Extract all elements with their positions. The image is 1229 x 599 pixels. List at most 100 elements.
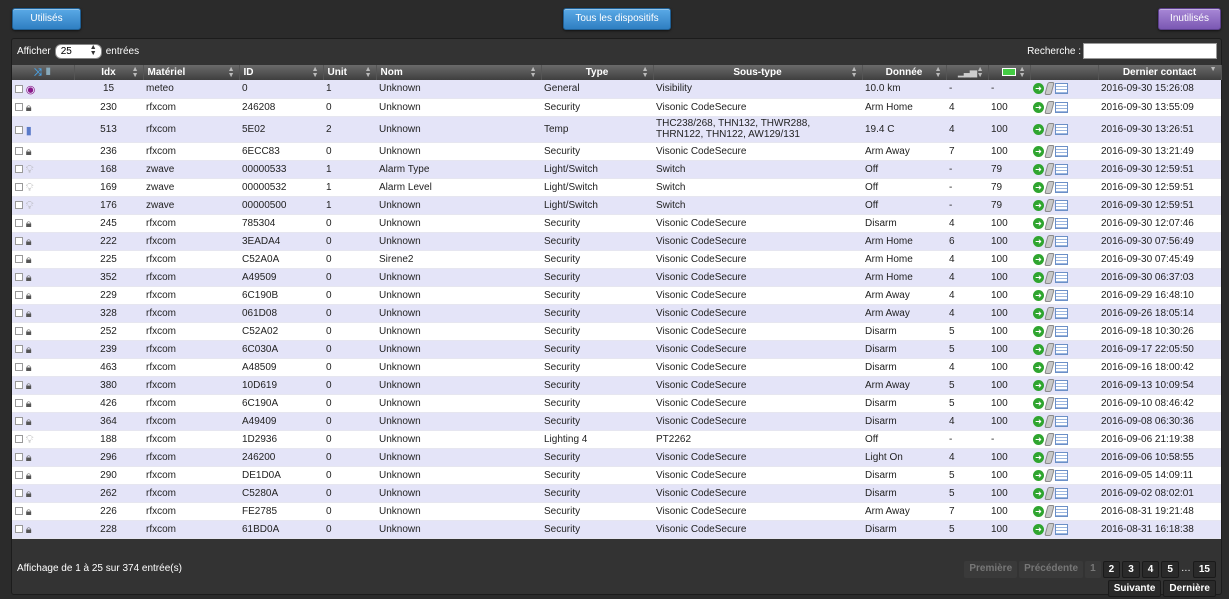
edit-icon[interactable] (1044, 162, 1055, 176)
table-row[interactable]: ◉ 15 meteo 0 1 Unknown General Visibility 10.0 k… (12, 80, 1221, 99)
edit-icon[interactable] (1044, 252, 1055, 266)
page-button-3[interactable]: 3 (1122, 561, 1140, 578)
col-signal[interactable]: ▁▃▅ ▲ ▼ (946, 65, 989, 80)
log-icon[interactable] (1055, 235, 1068, 247)
go-arrow-icon[interactable]: ➜ (1033, 217, 1044, 229)
table-row[interactable]: ▮ 513 rfxcom 5E02 2 Unknown Temp THC238/268, TH… (12, 116, 1221, 143)
go-arrow-icon[interactable]: ➜ (1033, 181, 1044, 193)
edit-icon[interactable] (1044, 216, 1055, 230)
go-arrow-icon[interactable]: ➜ (1033, 433, 1044, 445)
log-icon[interactable] (1055, 361, 1068, 373)
edit-icon[interactable] (1044, 234, 1055, 248)
go-arrow-icon[interactable]: ➜ (1033, 397, 1044, 409)
log-icon[interactable] (1055, 163, 1068, 175)
go-arrow-icon[interactable]: ➜ (1033, 379, 1044, 391)
edit-icon[interactable] (1044, 360, 1055, 374)
page-button-15[interactable]: 15 (1192, 561, 1216, 578)
go-arrow-icon[interactable]: ➜ (1033, 123, 1044, 135)
log-icon[interactable] (1055, 397, 1068, 409)
last-page-button[interactable]: Dernière (1163, 580, 1216, 597)
row-checkbox[interactable] (15, 219, 23, 227)
col-select[interactable]: ⤨ ▮ (12, 65, 75, 80)
row-checkbox[interactable] (15, 363, 23, 371)
edit-icon[interactable] (1044, 270, 1055, 284)
table-row[interactable]: 💡︎ 168 zwave 00000533 1 Alarm Type Light/Switc… (12, 160, 1221, 179)
edit-icon[interactable] (1044, 378, 1055, 392)
edit-icon[interactable] (1044, 144, 1055, 158)
go-arrow-icon[interactable]: ➜ (1033, 415, 1044, 427)
table-row[interactable]: 🔒︎ 328 rfxcom 061D08 0 Unknown Security Visonic… (12, 304, 1221, 323)
row-checkbox[interactable] (15, 525, 23, 533)
table-row[interactable]: 🔒︎ 228 rfxcom 61BD0A 0 Unknown Security Visonic… (12, 520, 1221, 539)
log-icon[interactable] (1055, 253, 1068, 265)
row-checkbox[interactable] (15, 291, 23, 299)
row-checkbox[interactable] (15, 381, 23, 389)
edit-icon[interactable] (1044, 396, 1055, 410)
col-id[interactable]: ID ▲ ▼ (239, 65, 324, 80)
go-arrow-icon[interactable]: ➜ (1033, 83, 1044, 95)
col-subtype[interactable]: Sous-type ▲ ▼ (653, 65, 863, 80)
row-checkbox[interactable] (15, 489, 23, 497)
table-row[interactable]: 💡︎ 169 zwave 00000532 1 Alarm Level Light/Swit… (12, 178, 1221, 197)
previous-page-button[interactable]: Précédente (1019, 561, 1084, 578)
edit-icon[interactable] (1044, 468, 1055, 482)
log-icon[interactable] (1055, 145, 1068, 157)
log-icon[interactable] (1055, 123, 1068, 135)
go-arrow-icon[interactable]: ➜ (1033, 271, 1044, 283)
unused-devices-button[interactable]: Inutilisés (1158, 8, 1221, 30)
search-input[interactable] (1083, 43, 1217, 59)
page-button-4[interactable]: 4 (1141, 561, 1160, 578)
edit-icon[interactable] (1044, 342, 1055, 356)
next-page-button[interactable]: Suivante (1107, 580, 1162, 597)
col-data[interactable]: Donnée ▲ ▼ (862, 65, 947, 80)
edit-icon[interactable] (1044, 450, 1055, 464)
go-arrow-icon[interactable]: ➜ (1033, 145, 1044, 157)
log-icon[interactable] (1055, 217, 1068, 229)
row-checkbox[interactable] (15, 309, 23, 317)
log-icon[interactable] (1055, 523, 1068, 535)
row-checkbox[interactable] (15, 201, 23, 209)
row-checkbox[interactable] (15, 327, 23, 335)
edit-icon[interactable] (1044, 486, 1055, 500)
edit-icon[interactable] (1044, 180, 1055, 194)
table-row[interactable]: 🔒︎ 252 rfxcom C52A02 0 Unknown Security Visonic… (12, 322, 1221, 341)
go-arrow-icon[interactable]: ➜ (1033, 487, 1044, 499)
row-checkbox[interactable] (15, 417, 23, 425)
table-row[interactable]: 🔒︎ 426 rfxcom 6C190A 0 Unknown Security Visonic… (12, 394, 1221, 413)
row-checkbox[interactable] (15, 165, 23, 173)
log-icon[interactable] (1055, 451, 1068, 463)
edit-icon[interactable] (1044, 100, 1055, 114)
row-checkbox[interactable] (15, 399, 23, 407)
go-arrow-icon[interactable]: ➜ (1033, 199, 1044, 211)
go-arrow-icon[interactable]: ➜ (1033, 469, 1044, 481)
table-row[interactable]: 🔒︎ 229 rfxcom 6C190B 0 Unknown Security Visonic… (12, 286, 1221, 305)
table-row[interactable]: 🔒︎ 245 rfxcom 785304 0 Unknown Security Visonic… (12, 214, 1221, 233)
edit-icon[interactable] (1044, 306, 1055, 320)
log-icon[interactable] (1055, 469, 1068, 481)
row-checkbox[interactable] (15, 85, 23, 94)
log-icon[interactable] (1055, 343, 1068, 355)
table-row[interactable]: 💡︎ 176 zwave 00000500 1 Unknown Light/Switch Sw… (12, 196, 1221, 215)
table-row[interactable]: 🔒︎ 290 rfxcom DE1D0A 0 Unknown Security Visonic… (12, 466, 1221, 485)
go-arrow-icon[interactable]: ➜ (1033, 307, 1044, 319)
col-last-seen[interactable]: Dernier contact ▼ (1098, 65, 1222, 80)
log-icon[interactable] (1055, 307, 1068, 319)
go-arrow-icon[interactable]: ➜ (1033, 361, 1044, 373)
row-checkbox[interactable] (15, 255, 23, 263)
go-arrow-icon[interactable]: ➜ (1033, 235, 1044, 247)
edit-icon[interactable] (1044, 82, 1055, 96)
row-checkbox[interactable] (15, 103, 23, 111)
log-icon[interactable] (1055, 325, 1068, 337)
edit-icon[interactable] (1044, 122, 1055, 136)
row-checkbox[interactable] (15, 435, 23, 443)
col-name[interactable]: Nom ▲ ▼ (376, 65, 542, 80)
col-battery[interactable]: ▲ ▼ (988, 65, 1031, 80)
first-page-button[interactable]: Première (964, 561, 1018, 578)
edit-icon[interactable] (1044, 414, 1055, 428)
table-row[interactable]: 🔒︎ 230 rfxcom 246208 0 Unknown Security Visonic… (12, 98, 1221, 117)
go-arrow-icon[interactable]: ➜ (1033, 101, 1044, 113)
table-row[interactable]: 🔒︎ 296 rfxcom 246200 0 Unknown Security Visonic… (12, 448, 1221, 467)
table-row[interactable]: 🔒︎ 262 rfxcom C5280A 0 Unknown Security Visonic… (12, 484, 1221, 503)
row-checkbox[interactable] (15, 147, 23, 155)
edit-icon[interactable] (1044, 198, 1055, 212)
